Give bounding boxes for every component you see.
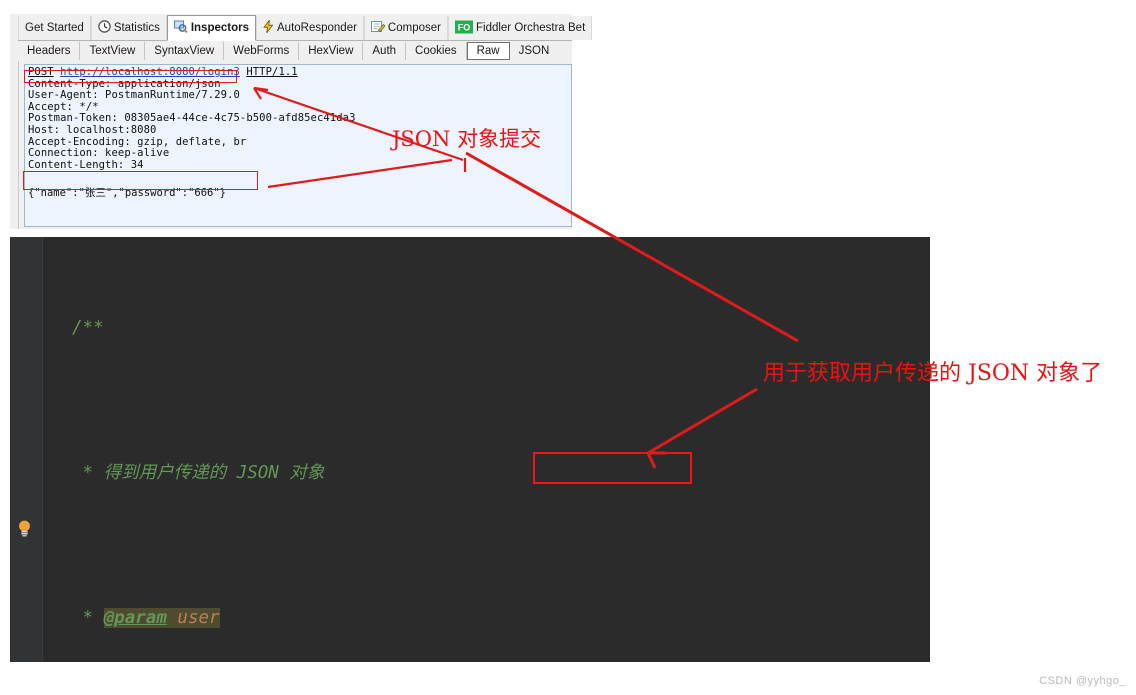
subtab-label: Raw <box>476 45 500 57</box>
highlight-box-content-type <box>24 70 237 83</box>
subtab-label: Headers <box>27 45 71 57</box>
fiddler-main-tabbar: Get Started Statistics Inspectors AutoRe… <box>18 14 593 41</box>
subtab-syntaxview[interactable]: SyntaxView <box>145 42 225 60</box>
lightning-icon <box>263 19 274 36</box>
tab-inspectors[interactable]: Inspectors <box>166 15 256 41</box>
code-line-param: * @param user <box>50 600 930 636</box>
token-comment-open: /** <box>72 317 104 338</box>
annotation-label-request-body: 用于获取用户传递的 JSON 对象了 <box>763 361 1103 386</box>
highlight-box-json-body <box>23 171 258 190</box>
subtab-json[interactable]: JSON <box>510 42 559 60</box>
watermark: CSDN @yyhgo_ <box>1039 675 1126 687</box>
source-code: /** * 得到用户传递的 JSON 对象 * @param user * @r… <box>50 237 930 662</box>
header-host: Host: localhost:8080 <box>28 123 157 136</box>
lightbulb-icon[interactable] <box>17 520 32 537</box>
subtab-label: JSON <box>518 45 550 57</box>
header-user-agent: User-Agent: PostmanRuntime/7.29.0 <box>28 89 240 102</box>
subtab-textview[interactable]: TextView <box>80 42 146 60</box>
header-connection: Connection: keep-alive <box>28 147 170 160</box>
tab-label: Fiddler Orchestra Bet <box>475 22 586 34</box>
subtab-label: WebForms <box>233 45 290 57</box>
subtab-label: SyntaxView <box>154 45 215 57</box>
subtab-label: Auth <box>372 45 397 57</box>
header-postman-token: Postman-Token: 08305ae4-44ce-4c75-b500-a… <box>28 112 356 125</box>
subtab-auth[interactable]: Auth <box>363 42 407 60</box>
token-tag-param: @param <box>103 607 167 628</box>
clock-icon <box>98 20 111 36</box>
code-editor[interactable]: /** * 得到用户传递的 JSON 对象 * @param user * @r… <box>10 237 930 662</box>
token-comment-star: * <box>82 607 94 628</box>
token-comment-star: * <box>82 462 94 483</box>
tab-label: Get Started <box>25 22 84 34</box>
highlight-box-request-body-annotation <box>533 452 692 484</box>
fo-badge-icon: FO <box>454 20 473 37</box>
tab-get-started[interactable]: Get Started <box>18 16 91 40</box>
svg-text:FO: FO <box>458 22 471 32</box>
subtab-label: HexView <box>308 45 354 57</box>
header-accept: Accept: */* <box>28 100 99 113</box>
request-protocol: HTTP/1.1 <box>246 66 298 78</box>
token-param-value: user <box>177 607 220 628</box>
tab-label: Statistics <box>113 22 160 34</box>
tab-label: AutoResponder <box>277 22 357 34</box>
tab-autoresponder[interactable]: AutoResponder <box>256 16 364 40</box>
fiddler-sub-tabbar: Headers TextView SyntaxView WebForms Hex… <box>18 41 572 61</box>
annotation-label-json-submit: JSON 对象提交 <box>392 127 542 151</box>
fiddler-inspectors-panel: Get Started Statistics Inspectors AutoRe… <box>10 14 593 229</box>
tab-label: Inspectors <box>190 22 249 34</box>
editor-gutter[interactable] <box>10 237 43 662</box>
subtab-label: TextView <box>89 45 136 57</box>
subtab-label: Cookies <box>415 45 457 57</box>
code-line-comment-desc: * 得到用户传递的 JSON 对象 <box>50 455 930 491</box>
header-content-length: Content-Length: 34 <box>28 158 144 171</box>
subtab-headers[interactable]: Headers <box>18 42 81 60</box>
tab-composer[interactable]: Composer <box>363 16 448 40</box>
subtab-hexview[interactable]: HexView <box>299 42 364 60</box>
token-comment-desc: 得到用户传递的 JSON 对象 <box>103 462 325 483</box>
header-accept-encoding: Accept-Encoding: gzip, deflate, br <box>28 135 247 148</box>
magnifier-icon <box>173 20 188 36</box>
code-line-comment-open: /** <box>50 310 930 346</box>
pencil-note-icon <box>370 20 386 36</box>
tab-label: Composer <box>387 22 441 34</box>
subtab-webforms[interactable]: WebForms <box>224 42 300 60</box>
subtab-raw[interactable]: Raw <box>466 42 510 60</box>
subtab-cookies[interactable]: Cookies <box>406 42 467 60</box>
tab-fiddler-orchestra[interactable]: FO Fiddler Orchestra Bet <box>447 16 593 40</box>
tab-statistics[interactable]: Statistics <box>90 16 167 40</box>
